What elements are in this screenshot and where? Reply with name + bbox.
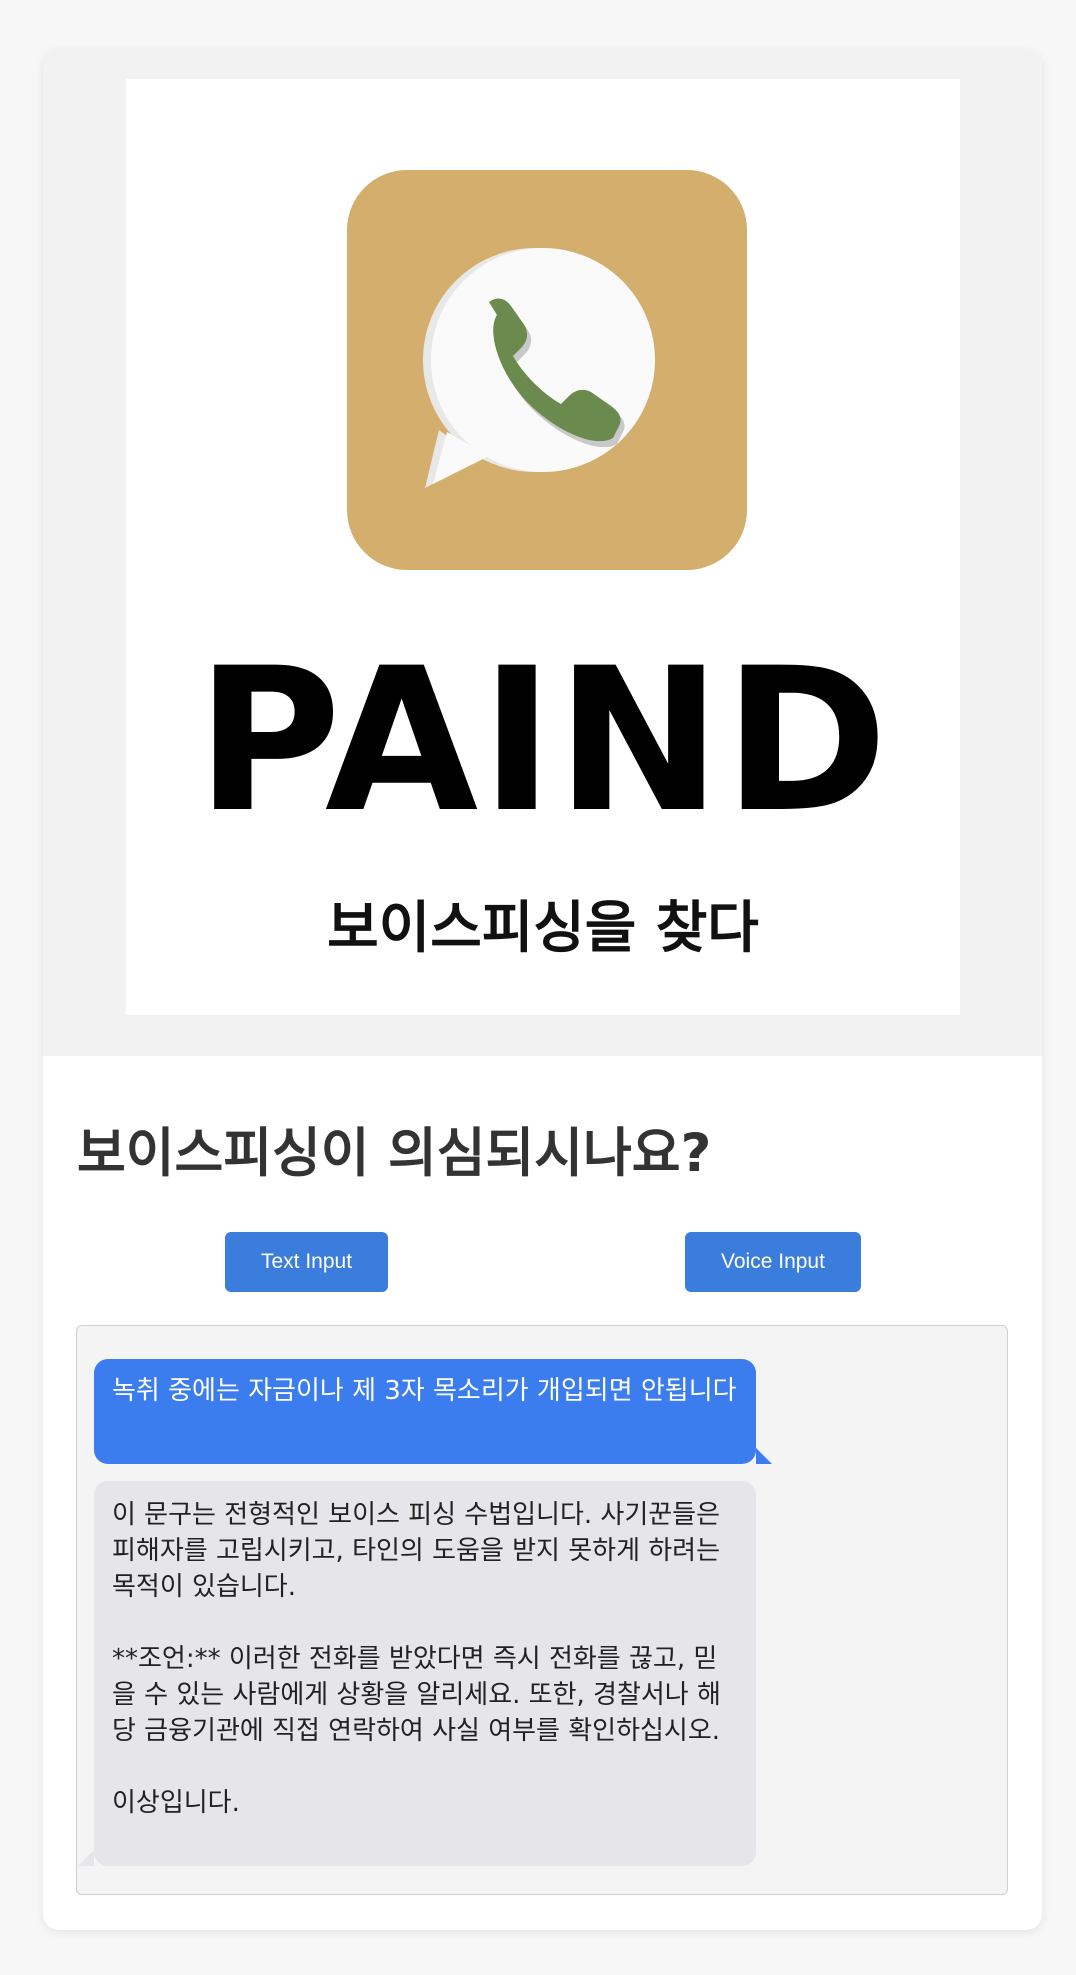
brand-name: PAIND	[196, 625, 890, 856]
phone-chat-icon	[347, 170, 747, 570]
text-input-button[interactable]: Text Input	[225, 1232, 388, 1292]
logo-panel: PAIND 보이스피싱을 찾다	[126, 79, 960, 1015]
brand-tagline: 보이스피싱을 찾다	[327, 896, 759, 961]
app-card: PAIND 보이스피싱을 찾다 보이스피싱이 의심되시나요? Text Inpu…	[43, 50, 1042, 1930]
chat-container[interactable]: 녹취 중에는 자금이나 제 3자 목소리가 개입되면 안됩니다 이 문구는 전형…	[76, 1325, 1008, 1895]
header: PAIND 보이스피싱을 찾다	[43, 50, 1042, 1056]
voice-input-button[interactable]: Voice Input	[685, 1232, 861, 1292]
user-message: 녹취 중에는 자금이나 제 3자 목소리가 개입되면 안됩니다	[94, 1359, 772, 1464]
assistant-message: 이 문구는 전형적인 보이스 피싱 수법입니다. 사기꾼들은 피해자를 고립시키…	[78, 1481, 756, 1866]
page-title: 보이스피싱이 의심되시나요?	[77, 1123, 712, 1184]
